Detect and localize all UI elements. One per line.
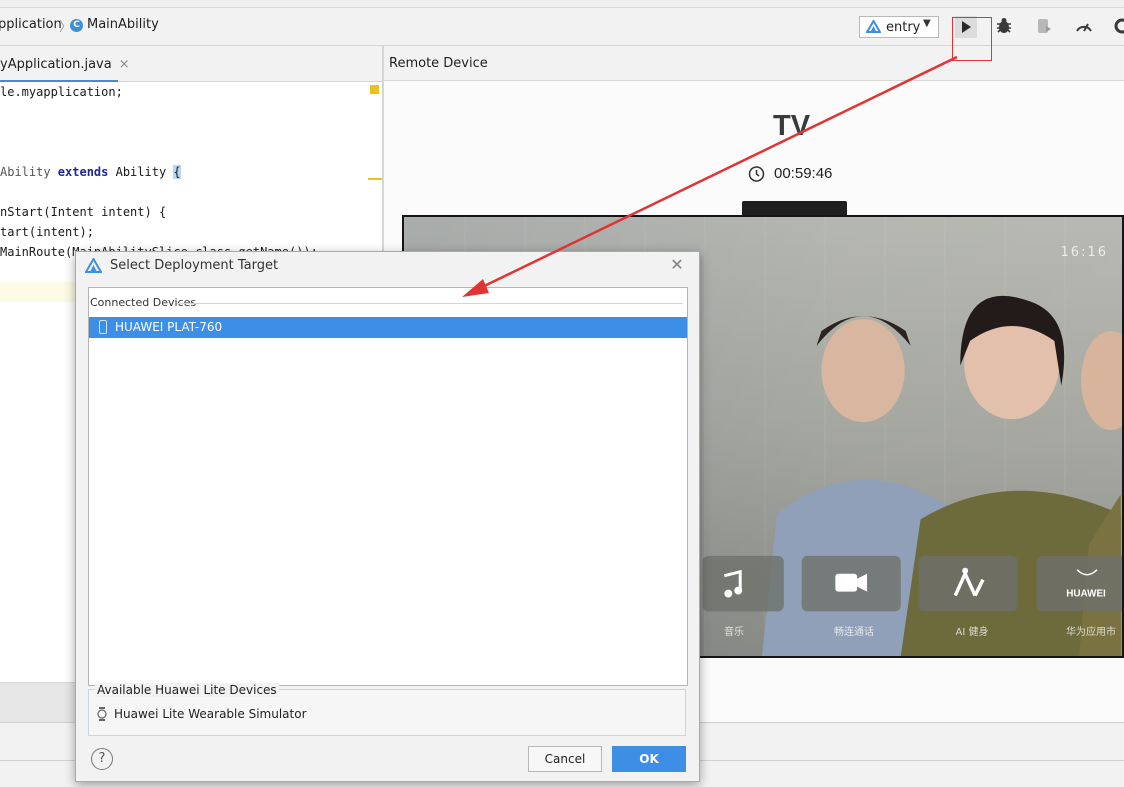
group-divider [177, 303, 683, 304]
editor-tab[interactable]: yApplication.java × [0, 57, 130, 72]
settings-icon [1114, 18, 1124, 34]
screen-clock: 16:16 [1060, 245, 1108, 260]
lite-device-item[interactable]: Huawei Lite Wearable Simulator [114, 707, 307, 721]
device-list[interactable]: Connected Devices HUAWEI PLAT-760 [88, 287, 688, 686]
device-name: HUAWEI PLAT-760 [115, 320, 223, 334]
tv-stand [742, 201, 847, 216]
breadcrumb-class[interactable]: MainAbility [87, 17, 159, 32]
profiler-button[interactable] [1074, 16, 1096, 38]
matched-brace: { [173, 165, 181, 179]
attach-debugger-icon [1038, 19, 1051, 33]
tile-label-app-gallery: 华为应用市 [1066, 627, 1116, 638]
code-text: Ability [0, 165, 58, 179]
attach-debugger-button[interactable] [1034, 16, 1056, 38]
code-line: tart(intent); [0, 225, 94, 239]
help-button[interactable]: ? [91, 748, 113, 770]
keyword: extends [57, 165, 109, 179]
tile-label-ai-fitness: AI 健身 [955, 627, 989, 638]
code-line: Ability extends Ability { [0, 165, 181, 179]
class-icon: C [70, 19, 83, 32]
dialog-title: Select Deployment Target [110, 258, 279, 273]
harmony-logo-icon [85, 258, 102, 273]
cancel-button[interactable]: Cancel [528, 746, 602, 772]
run-configuration-label: entry [886, 20, 921, 35]
scroll-marker [368, 178, 382, 180]
breadcrumb-module[interactable]: pplication [0, 17, 62, 32]
remote-device-title: Remote Device [389, 56, 488, 71]
code-text: tart(intent); [0, 225, 94, 239]
debug-icon [997, 18, 1011, 33]
code-text: nStart(Intent intent) { [0, 205, 167, 219]
editor-tab-bar: yApplication.java × [0, 46, 383, 82]
code-text: Ability [108, 165, 174, 179]
lite-devices-header: Available Huawei Lite Devices [95, 683, 279, 697]
watch-icon [97, 707, 107, 721]
code-text: le.myapplication; [0, 85, 123, 99]
caret-line-highlight [0, 282, 80, 302]
phone-icon [99, 320, 107, 334]
editor-tab-label: yApplication.java [0, 57, 112, 72]
tool-window-strip [0, 682, 76, 722]
select-deployment-target-dialog: Select Deployment Target ✕ Connected Dev… [75, 251, 700, 782]
close-icon[interactable]: ✕ [668, 255, 686, 274]
huawei-brand-text: HUAWEI [1066, 589, 1106, 600]
chevron-down-icon: ▼ [923, 18, 931, 29]
lite-devices-group: Available Huawei Lite Devices Huawei Lit… [88, 683, 686, 736]
warning-marker[interactable] [370, 85, 379, 94]
code-line: nStart(Intent intent) { [0, 205, 166, 219]
debug-button[interactable] [994, 16, 1016, 38]
session-timer: 00:59:46 [774, 165, 833, 182]
run-configuration-select[interactable]: entry ▼ [859, 16, 939, 38]
remote-device-header: Remote Device [384, 46, 1124, 81]
menu-strip [0, 0, 1124, 8]
ok-button[interactable]: OK [612, 746, 686, 772]
settings-button[interactable] [1112, 16, 1124, 38]
tile-label-video-call: 畅连通话 [834, 627, 874, 638]
harmony-logo-icon [866, 20, 881, 33]
timer-icon [748, 166, 765, 182]
annotation-highlight-box [952, 17, 992, 61]
device-title: TV [773, 110, 811, 142]
close-icon[interactable]: × [119, 57, 130, 72]
profiler-icon [1076, 23, 1092, 32]
code-line: le.myapplication; [0, 85, 123, 99]
device-row[interactable]: HUAWEI PLAT-760 [89, 317, 687, 338]
